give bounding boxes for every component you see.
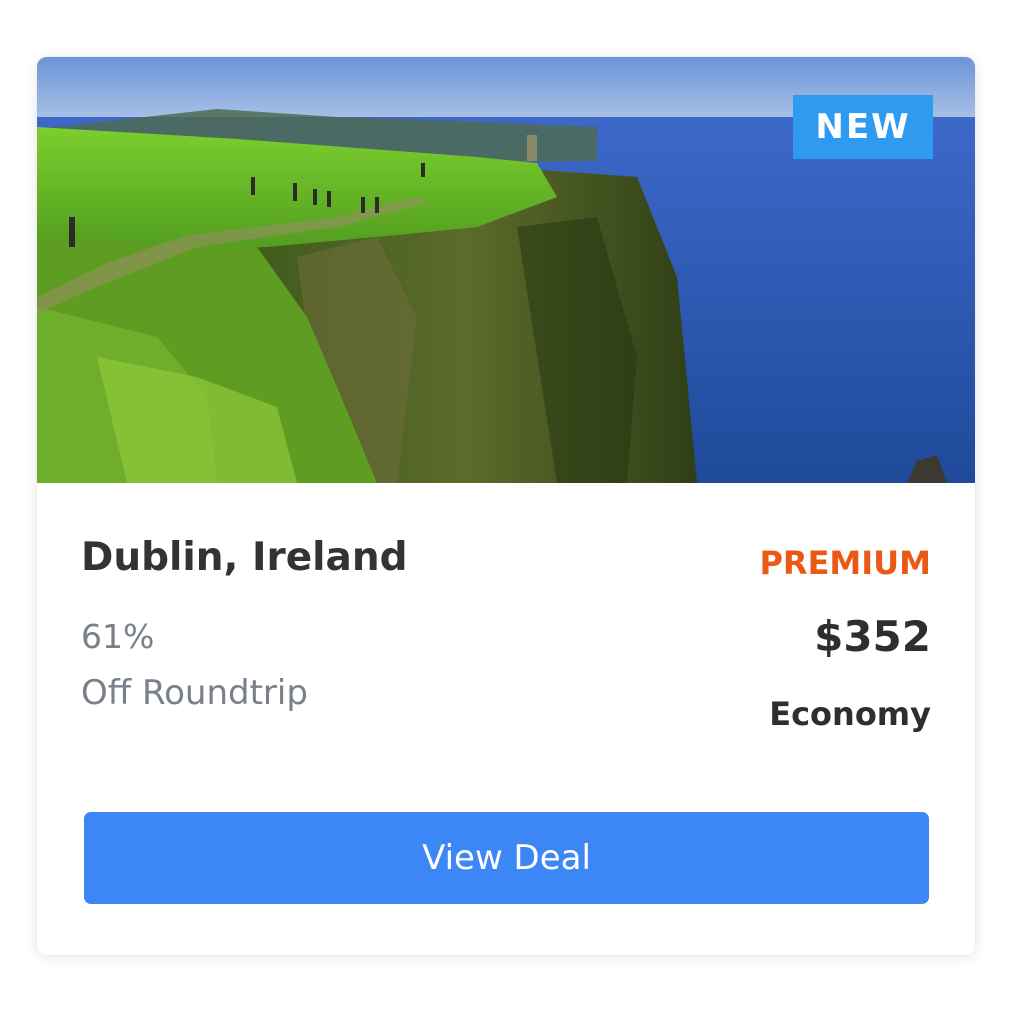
new-badge: NEW (793, 95, 933, 159)
deal-card[interactable]: NEW Dublin, Ireland 61% Off Roundtrip PR… (37, 57, 975, 955)
destination-title: Dublin, Ireland (81, 535, 408, 580)
trip-type-label: Off Roundtrip (81, 673, 308, 713)
cabin-class: Economy (769, 695, 931, 733)
tier-label: PREMIUM (759, 544, 931, 582)
price: $352 (814, 612, 931, 661)
view-deal-button[interactable]: View Deal (84, 812, 929, 904)
discount-percent: 61% (81, 617, 155, 656)
destination-photo: NEW (37, 57, 975, 483)
